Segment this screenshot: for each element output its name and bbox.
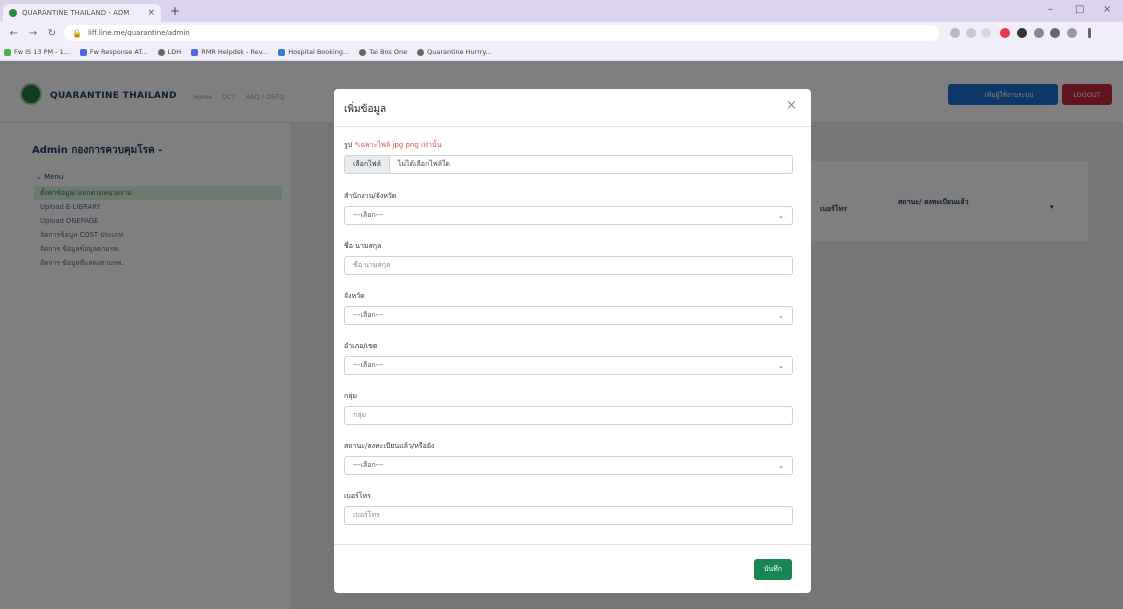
sidepanel-icon[interactable]	[1050, 28, 1060, 38]
close-icon[interactable]: ×	[786, 99, 797, 112]
bookmark-icon	[191, 48, 199, 56]
tab-title: QUARANTINE THAILAND - ADM	[22, 9, 130, 17]
chevron-down-icon: ⌄	[778, 361, 784, 370]
bookmark-icon	[4, 48, 11, 56]
new-tab-button[interactable]: +	[170, 5, 180, 17]
group-label: กลุ่ม	[344, 392, 358, 400]
share-icon[interactable]	[966, 28, 976, 38]
district-select[interactable]: ---เลือก--- ⌄	[344, 356, 793, 375]
close-window-icon[interactable]: ×	[1103, 4, 1111, 15]
chevron-down-icon: ⌄	[778, 311, 784, 320]
bookmark-item[interactable]: LDH	[157, 48, 181, 56]
bookmark-item[interactable]: Hospital Booking...	[278, 48, 349, 56]
back-icon[interactable]: ←	[9, 28, 19, 39]
tab-close-icon[interactable]: ×	[147, 8, 155, 18]
bookmark-item[interactable]: Fw Response AT...	[79, 48, 148, 56]
bookmark-icon	[359, 48, 367, 56]
name-input[interactable]: ชื่อ นามสกุล	[344, 256, 793, 275]
district-select-value: ---เลือก---	[353, 361, 384, 369]
chevron-down-icon: ⌄	[778, 211, 784, 220]
reload-icon[interactable]: ↻	[47, 28, 57, 39]
agency-select[interactable]: ---เลือก--- ⌄	[344, 206, 793, 225]
extension-n-icon[interactable]	[1034, 28, 1044, 38]
image-label: รูป *เฉพาะไฟล์ jpg png เท่านั้น	[344, 141, 442, 149]
bookmark-icon	[278, 48, 286, 56]
bookmark-item[interactable]: Quarantine Hurrry...	[417, 48, 492, 56]
district-label: อำเภอ/เขต	[344, 342, 378, 350]
forward-icon[interactable]: →	[28, 28, 38, 39]
maximize-icon[interactable]: □	[1075, 4, 1084, 15]
url-text: liff.line.me/quarantine/admin	[87, 29, 190, 37]
extension-dark-icon[interactable]	[1017, 28, 1027, 38]
status-select[interactable]: ---เลือก--- ⌄	[344, 456, 793, 475]
file-status: ไม่ได้เลือกไฟล์ใด	[397, 160, 450, 168]
phone-label: เบอร์โทร	[344, 492, 371, 500]
minimize-icon[interactable]: –	[1048, 4, 1053, 15]
url-input[interactable]: 🔒 liff.line.me/quarantine/admin	[64, 25, 939, 41]
address-bar: ← → ↻ 🔒 liff.line.me/quarantine/admin	[0, 22, 1123, 44]
agency-select-value: ---เลือก---	[353, 211, 384, 219]
star-icon[interactable]	[981, 28, 991, 38]
site-favicon-icon	[9, 9, 17, 17]
image-hint: *เฉพาะไฟล์ jpg png เท่านั้น	[354, 141, 442, 149]
bookmarks-bar: Fw IS 13 PM - 1... Fw Response AT... LDH…	[0, 44, 1123, 61]
key-icon[interactable]	[950, 28, 960, 38]
name-placeholder: ชื่อ นามสกุล	[353, 261, 391, 269]
agency-label: สำนักงาน/จังหวัด	[344, 192, 397, 200]
name-label: ชื่อ นามสกุล	[344, 242, 382, 250]
bookmark-item[interactable]: RMR Helpdsk - Rev...	[191, 48, 268, 56]
browser-tab[interactable]: QUARANTINE THAILAND - ADM ×	[3, 4, 161, 22]
browser-tab-strip: QUARANTINE THAILAND - ADM × + – □ ×	[0, 0, 1123, 22]
status-select-value: ---เลือก---	[353, 461, 384, 469]
group-placeholder: กลุ่ม	[353, 411, 367, 419]
bookmark-item[interactable]: Tai Bos One	[359, 48, 407, 56]
province-label: จังหวัด	[344, 292, 365, 300]
profile-avatar[interactable]	[1067, 28, 1077, 38]
bookmark-item[interactable]: Fw IS 13 PM - 1...	[4, 48, 70, 56]
group-input[interactable]: กลุ่ม	[344, 406, 793, 425]
add-data-modal: เพิ่มข้อมูล × รูป *เฉพาะไฟล์ jpg png เท่…	[334, 89, 811, 593]
save-button[interactable]: บันทึก	[754, 559, 792, 580]
phone-placeholder: เบอร์โทร	[353, 511, 380, 519]
bookmark-icon	[157, 48, 165, 56]
extension-red-icon[interactable]	[1000, 28, 1010, 38]
chevron-down-icon: ⌄	[778, 461, 784, 470]
choose-file-button[interactable]: เลือกไฟล์	[345, 156, 390, 173]
lock-icon: 🔒	[72, 28, 82, 38]
modal-header: เพิ่มข้อมูล ×	[334, 89, 811, 127]
province-select-value: ---เลือก---	[353, 311, 384, 319]
image-file-input[interactable]: เลือกไฟล์ ไม่ได้เลือกไฟล์ใด	[344, 155, 793, 174]
modal-title: เพิ่มข้อมูล	[344, 104, 387, 115]
modal-footer: บันทึก	[334, 544, 811, 593]
bookmark-icon	[417, 48, 425, 56]
menu-kebab-icon[interactable]	[1088, 28, 1091, 38]
status-label: สถานะ/ลงทะเบียนแล้ว/หรือยัง	[344, 442, 435, 450]
phone-input[interactable]: เบอร์โทร	[344, 506, 793, 525]
province-select[interactable]: ---เลือก--- ⌄	[344, 306, 793, 325]
bookmark-icon	[79, 48, 87, 56]
